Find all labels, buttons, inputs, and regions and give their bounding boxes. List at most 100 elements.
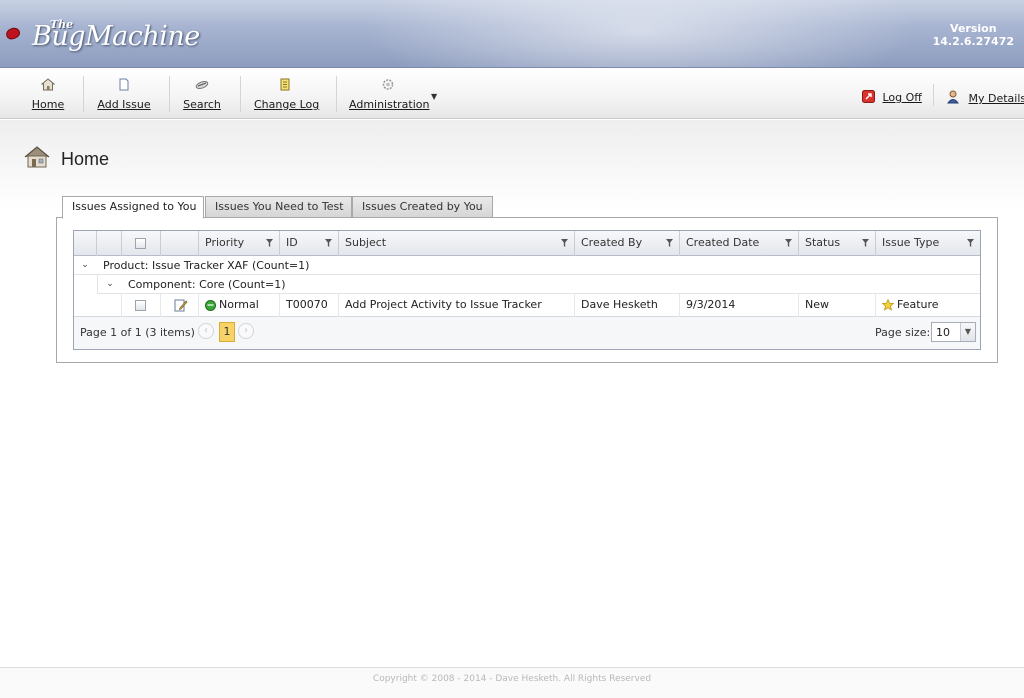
header-swoosh bbox=[360, 0, 920, 67]
created-by-header-label: Created By bbox=[581, 236, 643, 249]
administration-label: Administration bbox=[349, 98, 430, 111]
filter-icon[interactable] bbox=[266, 239, 273, 247]
table-row[interactable]: Normal T00070 Add Project Activity to Is… bbox=[74, 294, 980, 317]
collapse-chevron-icon[interactable]: ⌄ bbox=[105, 275, 115, 294]
next-page-icon[interactable]: › bbox=[238, 323, 254, 339]
toolbar-divider bbox=[933, 84, 934, 106]
status-cell: New bbox=[799, 294, 876, 317]
house-icon bbox=[24, 146, 50, 168]
subject-column-header[interactable]: Subject bbox=[339, 231, 575, 256]
version-label: Version bbox=[950, 22, 997, 35]
home-icon bbox=[41, 78, 55, 91]
filter-icon[interactable] bbox=[862, 239, 869, 247]
page-title-text: Home bbox=[61, 149, 110, 169]
toolbar-divider bbox=[336, 76, 337, 112]
change-log-label: Change Log bbox=[254, 98, 320, 111]
administration-button[interactable]: Administration bbox=[349, 78, 430, 111]
created-date-header-label: Created Date bbox=[686, 236, 760, 249]
grid-pager: Page 1 of 1 (3 items) ‹ 1 › Page size: 1… bbox=[74, 317, 980, 349]
gear-icon bbox=[382, 79, 394, 90]
issue-type-cell: Feature bbox=[876, 294, 980, 317]
star-icon bbox=[881, 298, 895, 311]
priority-cell: Normal bbox=[199, 294, 280, 317]
page-footer: Copyright © 2008 - 2014 - Dave Hesketh. … bbox=[0, 667, 1024, 698]
group-product-label: Product: Issue Tracker XAF (Count=1) bbox=[103, 259, 310, 272]
row-checkbox[interactable] bbox=[135, 299, 146, 311]
grid-header: Priority ID Subject Created By Created D… bbox=[74, 231, 980, 256]
collapse-chevron-icon[interactable]: ⌄ bbox=[80, 256, 90, 275]
status-column-header[interactable]: Status bbox=[799, 231, 876, 256]
search-button[interactable]: Search bbox=[182, 78, 222, 111]
app-header: BugMachine The Version 14.2.6.27472 bbox=[0, 0, 1024, 68]
priority-value: Normal bbox=[219, 298, 259, 311]
row-select-cell bbox=[122, 294, 161, 317]
status-header-label: Status bbox=[805, 236, 841, 249]
tab-issues-assigned[interactable]: Issues Assigned to You bbox=[62, 196, 204, 219]
created-date-cell: 9/3/2014 bbox=[680, 294, 799, 317]
priority-header-label: Priority bbox=[205, 236, 245, 249]
subject-header-label: Subject bbox=[345, 236, 387, 249]
row-indent bbox=[74, 294, 122, 317]
add-issue-label: Add Issue bbox=[97, 98, 151, 111]
priority-normal-icon bbox=[205, 299, 216, 311]
log-off-label: Log Off bbox=[882, 91, 922, 104]
change-log-icon bbox=[280, 78, 290, 91]
add-issue-button[interactable]: Add Issue bbox=[96, 78, 152, 111]
group-indent-header bbox=[74, 231, 97, 256]
created-by-column-header[interactable]: Created By bbox=[575, 231, 680, 256]
search-label: Search bbox=[183, 98, 221, 111]
filter-icon[interactable] bbox=[325, 239, 332, 247]
page-title: Home bbox=[24, 146, 109, 170]
bug-icon bbox=[4, 25, 22, 42]
id-header-label: ID bbox=[286, 236, 298, 249]
tab-issues-created[interactable]: Issues Created by You bbox=[352, 196, 493, 218]
issues-grid: Priority ID Subject Created By Created D… bbox=[73, 230, 981, 350]
toolbar-divider bbox=[83, 76, 84, 112]
issue-type-header-label: Issue Type bbox=[882, 236, 940, 249]
row-edit-cell bbox=[161, 294, 199, 317]
issue-type-column-header[interactable]: Issue Type bbox=[876, 231, 980, 256]
group-component-label: Component: Core (Count=1) bbox=[128, 278, 286, 291]
edit-column-header bbox=[161, 231, 199, 256]
priority-column-header[interactable]: Priority bbox=[199, 231, 280, 256]
page-size-value: 10 bbox=[936, 326, 950, 339]
current-page-button[interactable]: 1 bbox=[219, 322, 235, 342]
created-date-column-header[interactable]: Created Date bbox=[680, 231, 799, 256]
user-icon bbox=[947, 90, 959, 104]
toolbar-divider bbox=[240, 76, 241, 112]
new-document-icon bbox=[119, 78, 129, 91]
chevron-down-icon[interactable]: ▼ bbox=[960, 323, 975, 341]
my-details-link[interactable]: My Details bbox=[947, 90, 1024, 105]
select-all-checkbox[interactable] bbox=[135, 237, 146, 249]
edit-icon[interactable] bbox=[174, 298, 188, 312]
log-off-link[interactable]: Log Off bbox=[862, 90, 922, 104]
search-icon bbox=[195, 81, 209, 89]
filter-icon[interactable] bbox=[967, 239, 974, 247]
id-column-header[interactable]: ID bbox=[280, 231, 339, 256]
filter-icon[interactable] bbox=[666, 239, 673, 247]
toolbar-divider bbox=[169, 76, 170, 112]
id-cell: T00070 bbox=[280, 294, 339, 317]
subject-cell: Add Project Activity to Issue Tracker bbox=[339, 294, 575, 317]
main-toolbar: Home Add Issue Search Change Log Adminis… bbox=[0, 68, 1024, 119]
home-button[interactable]: Home bbox=[30, 78, 66, 111]
chevron-down-icon[interactable]: ▼ bbox=[431, 92, 437, 101]
group-row-product: ⌄ Product: Issue Tracker XAF (Count=1) bbox=[74, 256, 980, 275]
version-info: Version 14.2.6.27472 bbox=[933, 22, 1014, 48]
page-size-label: Page size: bbox=[875, 326, 931, 339]
pager-info: Page 1 of 1 (3 items) bbox=[80, 326, 195, 339]
change-log-button[interactable]: Change Log bbox=[254, 78, 320, 111]
filter-icon[interactable] bbox=[785, 239, 792, 247]
copyright-text: Copyright © 2008 - 2014 - Dave Hesketh. … bbox=[372, 674, 652, 684]
home-label: Home bbox=[31, 98, 65, 111]
group-row-component: ⌄ Component: Core (Count=1) bbox=[97, 275, 980, 294]
page-size-select[interactable]: 10 ▼ bbox=[931, 322, 976, 342]
filter-icon[interactable] bbox=[561, 239, 568, 247]
prev-page-icon[interactable]: ‹ bbox=[198, 323, 214, 339]
tab-issues-to-test[interactable]: Issues You Need to Test bbox=[205, 196, 352, 218]
logo-the: The bbox=[50, 18, 74, 31]
issue-type-value: Feature bbox=[897, 298, 939, 311]
version-number: 14.2.6.27472 bbox=[932, 35, 1014, 48]
group-indent-header bbox=[97, 231, 122, 256]
my-details-label: My Details bbox=[968, 92, 1024, 105]
